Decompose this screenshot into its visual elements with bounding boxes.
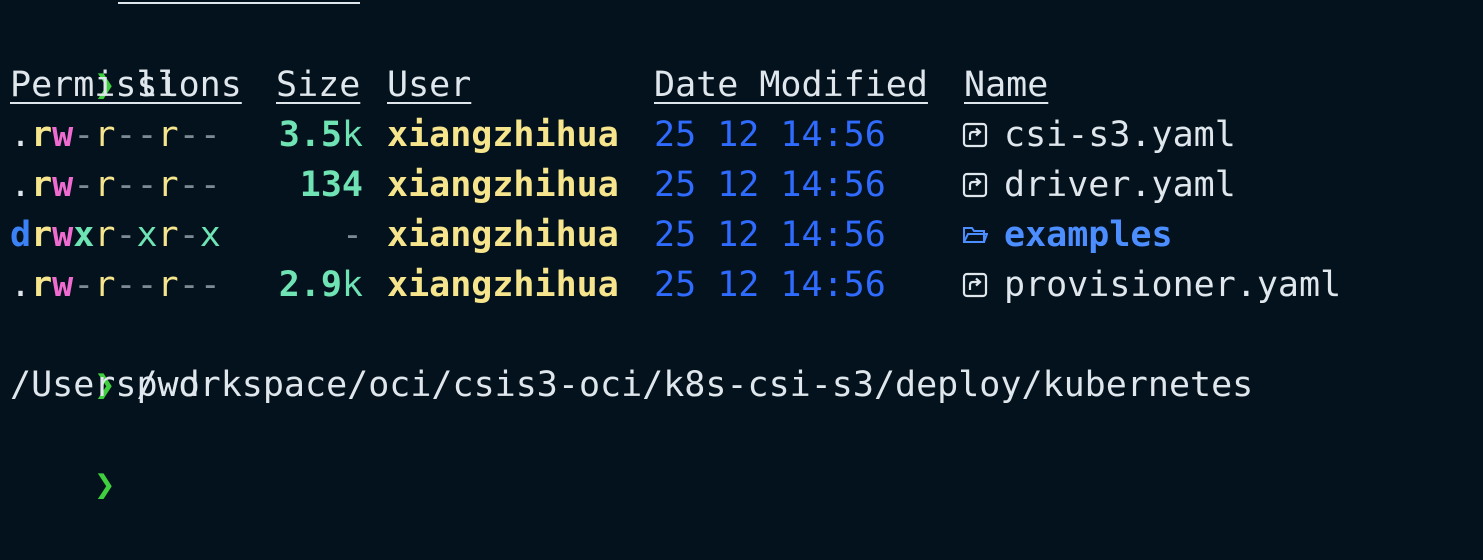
permission-bit: x	[136, 215, 158, 255]
permission-bit: w	[52, 215, 74, 255]
file-name[interactable]: driver.yaml	[962, 160, 1236, 210]
name-text: provisioner.yaml	[1004, 265, 1342, 305]
size-cell: -	[236, 210, 363, 260]
file-link-icon	[962, 112, 988, 148]
permission-bit: r	[94, 115, 116, 155]
size-value: 2.9	[278, 265, 342, 305]
permissions-cell: .rw-r--r--	[10, 110, 221, 160]
permission-bit: w	[52, 115, 74, 155]
name-text: examples	[1004, 215, 1173, 255]
permission-bit: r	[157, 215, 179, 255]
permission-bit: -	[178, 165, 200, 205]
folder-icon	[962, 212, 989, 243]
listing-row: .rw-r--r-- 134 xiangzhihua 25 12 14:56 drive…	[0, 160, 1483, 210]
permissions-cell: .rw-r--r--	[10, 260, 221, 310]
permission-bit: r	[31, 115, 53, 155]
permission-bit: d	[10, 215, 32, 255]
permission-bit: -	[136, 165, 158, 205]
file-link-icon	[962, 262, 988, 298]
header-user: User	[387, 65, 472, 105]
pwd-output: /Users/workspace/oci/csis3-oci/k8s-csi-s…	[10, 365, 1254, 405]
listing-row: .rw-r--r-- 2.9k xiangzhihua 25 12 14:56 prov…	[0, 260, 1483, 310]
header-name: Name	[964, 65, 1049, 105]
directory-name[interactable]: examples	[962, 210, 1173, 260]
size-cell: 134	[236, 160, 363, 210]
user-cell: xiangzhihua	[387, 215, 619, 255]
permission-bit: r	[94, 165, 116, 205]
permissions-cell: drwxr-xr-x	[10, 210, 221, 260]
command-line-ll: ❯ ll	[10, 10, 178, 105]
prompt-arrow-icon: ❯	[94, 465, 116, 505]
permission-bit: -	[73, 115, 95, 155]
name-text: driver.yaml	[1004, 165, 1236, 205]
terminal-window[interactable]: ❯ ll Permissions Size User Date Modified…	[0, 0, 1483, 505]
permission-bit: -	[115, 265, 137, 305]
permissions-cell: .rw-r--r--	[10, 160, 221, 210]
listing-row: .rw-r--r-- 3.5k xiangzhihua 25 12 14:56 csi-…	[0, 110, 1483, 160]
header-date-modified: Date Modified	[654, 65, 928, 105]
permission-bit: -	[136, 265, 158, 305]
permission-bit: -	[199, 115, 221, 155]
permission-bit: -	[73, 265, 95, 305]
permission-bit: r	[94, 265, 116, 305]
permission-bit: -	[178, 215, 200, 255]
permission-bit: -	[178, 265, 200, 305]
size-unit: k	[341, 115, 363, 155]
permission-bit: x	[199, 215, 221, 255]
size-unit: k	[341, 265, 363, 305]
permission-bit: w	[52, 265, 74, 305]
command-line-next[interactable]: ❯	[10, 410, 115, 505]
size-value: 3.5	[278, 115, 342, 155]
file-link-icon	[962, 162, 988, 198]
date-cell: 25 12 14:56	[654, 265, 886, 305]
file-name[interactable]: csi-s3.yaml	[962, 110, 1236, 160]
date-cell: 25 12 14:56	[654, 115, 886, 155]
permission-bit: r	[31, 215, 53, 255]
date-cell: 25 12 14:56	[654, 165, 886, 205]
listing-header: Permissions Size User Date Modified Name	[0, 60, 1048, 110]
permission-bit: .	[10, 165, 32, 205]
permission-bit: x	[73, 215, 95, 255]
permission-bit: -	[199, 265, 221, 305]
permission-bit: r	[31, 165, 53, 205]
date-cell: 25 12 14:56	[654, 215, 886, 255]
file-name[interactable]: provisioner.yaml	[962, 260, 1341, 310]
name-text: csi-s3.yaml	[1004, 115, 1236, 155]
permission-bit: r	[157, 265, 179, 305]
permission-bit: r	[31, 265, 53, 305]
size-value: 134	[299, 165, 363, 205]
permission-bit: -	[136, 115, 158, 155]
permission-bit: -	[73, 165, 95, 205]
user-cell: xiangzhihua	[387, 165, 619, 205]
permission-bit: -	[115, 165, 137, 205]
size-value: -	[341, 215, 363, 255]
permission-bit: .	[10, 115, 32, 155]
command-line-pwd: ❯ pwd	[10, 310, 199, 405]
listing-row: drwxr-xr-x - xiangzhihua 25 12 14:56 example…	[0, 210, 1483, 260]
permission-bit: -	[115, 115, 137, 155]
permission-bit: r	[157, 165, 179, 205]
permission-bit: r	[94, 215, 116, 255]
header-size: Size	[276, 65, 361, 105]
permission-bit: -	[178, 115, 200, 155]
previous-output-underline	[118, 2, 360, 4]
permission-bit: w	[52, 165, 74, 205]
size-cell: 3.5k	[236, 110, 363, 160]
permission-bit: .	[10, 265, 32, 305]
permission-bit: -	[115, 215, 137, 255]
user-cell: xiangzhihua	[387, 265, 619, 305]
header-permissions: Permissions	[10, 65, 242, 105]
permission-bit: r	[157, 115, 179, 155]
permission-bit: -	[199, 165, 221, 205]
size-cell: 2.9k	[236, 260, 363, 310]
user-cell: xiangzhihua	[387, 115, 619, 155]
